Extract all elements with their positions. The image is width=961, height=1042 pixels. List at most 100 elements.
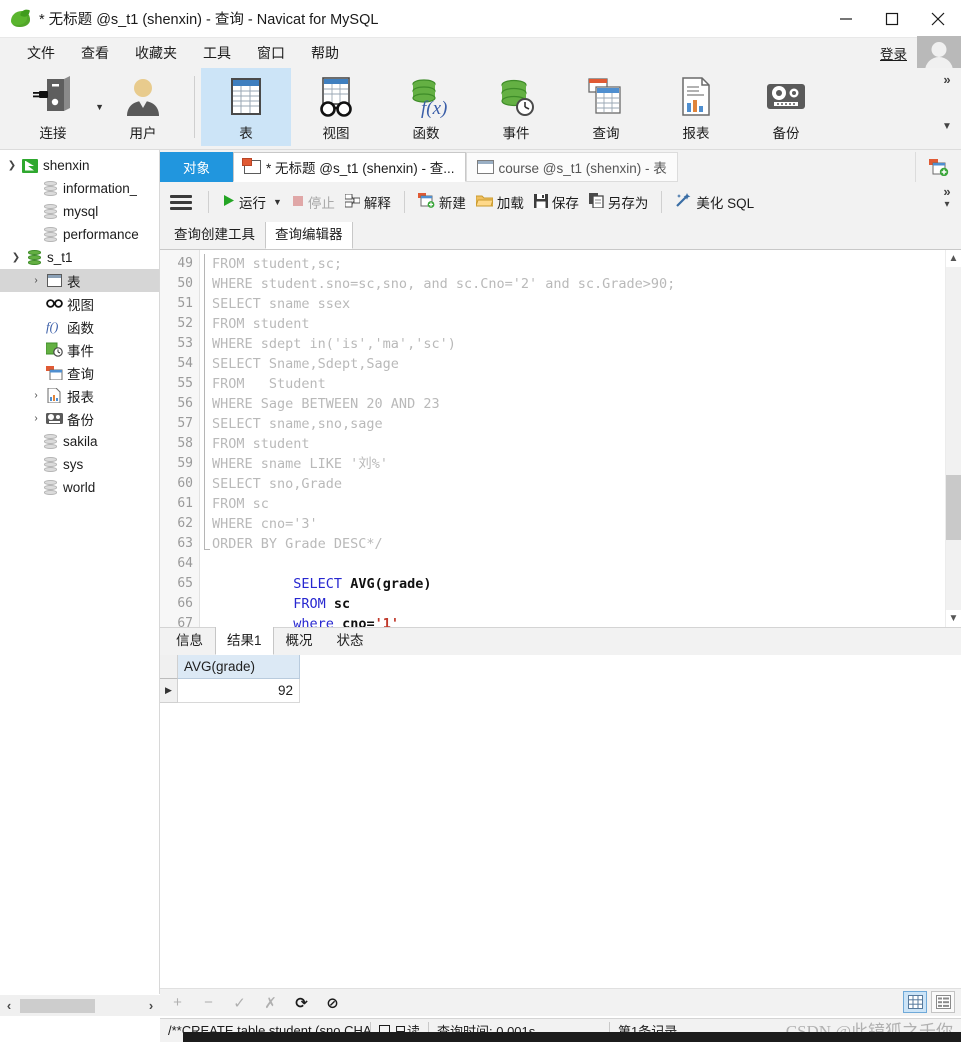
tree-node-sakila[interactable]: ❯ sakila bbox=[0, 430, 159, 453]
save-as-label: 另存为 bbox=[607, 196, 649, 211]
menu-item-view[interactable]: 查看 bbox=[68, 40, 122, 66]
run-button[interactable]: 运行 bbox=[217, 189, 271, 215]
new-query-tab-icon[interactable] bbox=[915, 152, 961, 182]
result-grid[interactable]: AVG(grade) ▶ 92 bbox=[160, 655, 961, 988]
toolbar-button-query[interactable]: 查询 bbox=[561, 68, 651, 146]
menu-item-file[interactable]: 文件 bbox=[14, 40, 68, 66]
toolbar-button-view[interactable]: 视图 bbox=[291, 68, 381, 146]
chevron-down-icon[interactable]: ▼ bbox=[937, 121, 957, 132]
scrollbar-thumb[interactable] bbox=[946, 475, 961, 540]
refresh-icon[interactable]: ⟳ bbox=[294, 994, 309, 1012]
cell-avg-grade[interactable]: 92 bbox=[178, 679, 300, 703]
tree-node-mysql[interactable]: ❯ mysql bbox=[0, 200, 159, 223]
query-toolbar-overflow[interactable]: » ▾ bbox=[937, 184, 957, 210]
scrollbar-thumb[interactable] bbox=[20, 998, 95, 1013]
chevron-down-icon[interactable]: ▼ bbox=[946, 610, 961, 627]
plus-icon[interactable]: + bbox=[170, 994, 185, 1011]
tree-node-s-t1[interactable]: ❯ s_t1 bbox=[0, 246, 159, 269]
tab-result1[interactable]: 结果1 bbox=[215, 624, 274, 655]
tree-label: sys bbox=[63, 457, 84, 472]
minus-icon[interactable]: − bbox=[201, 994, 216, 1011]
tab-query-builder[interactable]: 查询创建工具 bbox=[164, 218, 265, 249]
menu-item-help[interactable]: 帮助 bbox=[298, 40, 352, 66]
sidebar-item-reports[interactable]: › 报表 bbox=[0, 384, 159, 407]
login-link[interactable]: 登录 bbox=[880, 43, 907, 63]
chevron-right-icon[interactable]: › bbox=[28, 275, 44, 286]
chevron-double-right-icon[interactable]: » bbox=[937, 72, 957, 87]
sql-editor[interactable]: 49 50 51 52 53 54 55 56 57 58 59 60 61 6… bbox=[160, 249, 961, 627]
toolbar-button-function[interactable]: f(x) 函数 bbox=[381, 68, 471, 146]
tree-node-performance-schema[interactable]: ❯ performance bbox=[0, 223, 159, 246]
tab-objects[interactable]: 对象 bbox=[160, 152, 233, 182]
stop-circle-icon[interactable]: ⊘ bbox=[325, 994, 340, 1012]
scrollbar-track[interactable] bbox=[946, 267, 961, 610]
tree-node-information-schema[interactable]: ❯ information_ bbox=[0, 177, 159, 200]
tree-node-world[interactable]: ❯ world bbox=[0, 476, 159, 499]
tree-node-shenxin[interactable]: ❯ shenxin bbox=[0, 154, 159, 177]
tab-messages[interactable]: 信息 bbox=[164, 624, 215, 655]
table-icon bbox=[476, 160, 494, 174]
tree-label: 函数 bbox=[67, 320, 94, 336]
toolbar-button-user[interactable]: 用户 bbox=[98, 68, 188, 146]
sidebar-item-tables[interactable]: › 表 bbox=[0, 269, 159, 292]
chevron-double-right-icon[interactable]: » bbox=[937, 184, 957, 199]
chevron-down-icon[interactable]: ❯ bbox=[8, 252, 24, 263]
new-button[interactable]: 新建 bbox=[413, 189, 471, 215]
close-icon[interactable] bbox=[915, 0, 961, 38]
minimize-icon[interactable] bbox=[823, 0, 869, 38]
chevron-down-icon[interactable]: ▼ bbox=[273, 197, 282, 207]
toolbar-button-backup[interactable]: 备份 bbox=[741, 68, 831, 146]
chevron-up-icon[interactable]: ▲ bbox=[946, 250, 961, 267]
chevron-down-icon[interactable]: ▾ bbox=[937, 199, 957, 210]
tab-query-untitled[interactable]: * 无标题 @s_t1 (shenxin) - 查... bbox=[233, 152, 466, 182]
explain-button[interactable]: 解释 bbox=[340, 189, 396, 215]
tree-node-sys[interactable]: ❯ sys bbox=[0, 453, 159, 476]
sidebar-item-queries[interactable]: 查询 bbox=[0, 361, 159, 384]
sidebar-item-views[interactable]: 视图 bbox=[0, 292, 159, 315]
toolbar-button-connection[interactable]: 连接 ▼ bbox=[8, 68, 104, 146]
hamburger-menu-icon[interactable] bbox=[170, 194, 192, 210]
load-button[interactable]: 加载 bbox=[471, 189, 529, 215]
tab-status[interactable]: 状态 bbox=[325, 624, 376, 655]
cross-icon[interactable]: ✗ bbox=[263, 994, 278, 1012]
check-icon[interactable]: ✓ bbox=[232, 994, 247, 1012]
sidebar-item-backups[interactable]: › 备份 bbox=[0, 407, 159, 430]
window-title: * 无标题 @s_t1 (shenxin) - 查询 - Navicat for… bbox=[39, 12, 379, 28]
maximize-icon[interactable] bbox=[869, 0, 915, 38]
toolbar-button-report[interactable]: 报表 bbox=[651, 68, 741, 146]
code-text: SELECT Sname,Sdept,Sage bbox=[212, 356, 399, 372]
sidebar-item-events[interactable]: 事件 bbox=[0, 338, 159, 361]
toolbar-button-table[interactable]: 表 bbox=[201, 68, 291, 146]
beautify-sql-button[interactable]: 美化 SQL bbox=[670, 189, 759, 215]
toolbar-overflow[interactable]: » ▼ bbox=[937, 72, 957, 132]
tab-query-editor[interactable]: 查询编辑器 bbox=[265, 218, 353, 249]
toolbar-button-event[interactable]: 事件 bbox=[471, 68, 561, 146]
code-area[interactable]: FROM student,sc; WHERE student.sno=sc,sn… bbox=[200, 250, 961, 627]
tab-table-course[interactable]: course @s_t1 (shenxin) - 表 bbox=[465, 152, 678, 182]
save-button[interactable]: 保存 bbox=[529, 189, 584, 215]
chevron-down-icon[interactable]: ❯ bbox=[4, 160, 20, 171]
editor-vertical-scrollbar[interactable]: ▲ ▼ bbox=[945, 250, 961, 627]
chevron-right-icon[interactable]: › bbox=[28, 413, 44, 424]
chevron-right-icon[interactable]: › bbox=[28, 390, 44, 401]
chevron-right-icon[interactable]: › bbox=[142, 998, 160, 1013]
tab-profile[interactable]: 概况 bbox=[274, 624, 325, 655]
form-view-icon[interactable] bbox=[931, 991, 955, 1013]
sidebar-item-functions[interactable]: f() 函数 bbox=[0, 315, 159, 338]
code-text: SELECT sno,Grade bbox=[212, 476, 343, 492]
stop-button[interactable]: 停止 bbox=[287, 189, 340, 215]
chevron-left-icon[interactable]: ‹ bbox=[0, 998, 18, 1013]
line-number: 64 bbox=[177, 556, 193, 571]
table-row[interactable]: ▶ 92 bbox=[160, 679, 300, 703]
menu-item-tools[interactable]: 工具 bbox=[190, 40, 244, 66]
sidebar-horizontal-scrollbar[interactable]: ‹ › bbox=[0, 994, 160, 1016]
save-as-button[interactable]: 另存为 bbox=[584, 189, 654, 215]
code-text: SELECT sname,sno,sage bbox=[212, 416, 383, 432]
menu-item-window[interactable]: 窗口 bbox=[244, 40, 298, 66]
column-header-avg-grade[interactable]: AVG(grade) bbox=[178, 655, 300, 679]
code-text: FROM Student bbox=[212, 376, 326, 392]
scrollbar-track[interactable] bbox=[18, 998, 142, 1013]
menu-item-favorites[interactable]: 收藏夹 bbox=[122, 40, 190, 66]
grid-view-icon[interactable] bbox=[903, 991, 927, 1013]
line-number: 62 bbox=[177, 516, 193, 531]
